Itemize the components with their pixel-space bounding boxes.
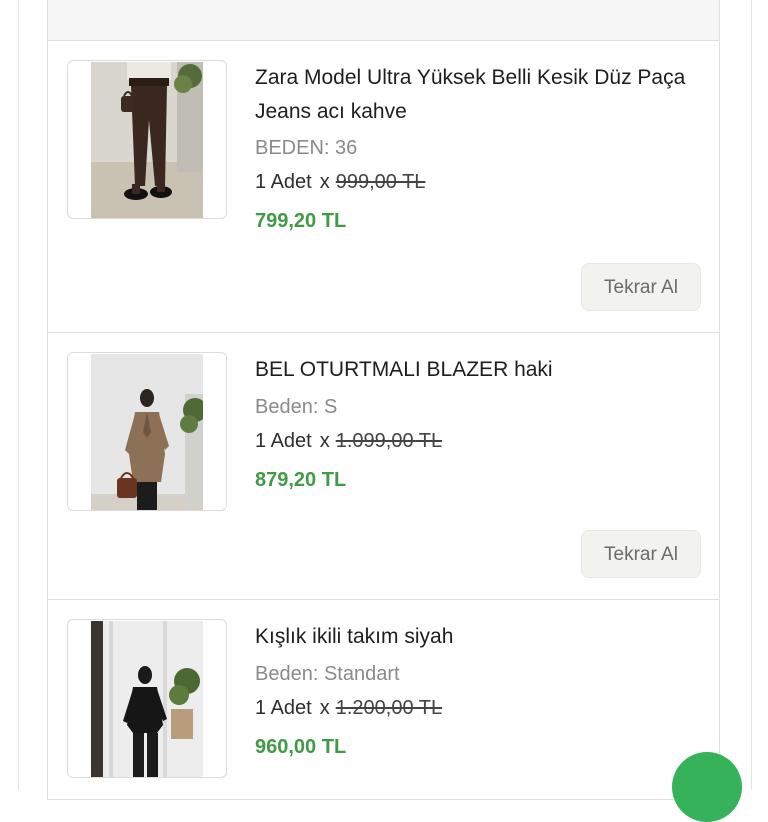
product-title[interactable]: Zara Model Ultra Yüksek Belli Kesik Düz … — [255, 61, 695, 129]
product-image[interactable] — [67, 352, 227, 511]
product-photo-jeans — [91, 62, 203, 218]
order-header: ; ) ; — [47, 0, 720, 41]
times-sign: x — [319, 697, 330, 719]
product-variant: BEDEN: 36 — [255, 137, 358, 159]
product-variant: Beden: Standart — [255, 663, 400, 685]
whatsapp-chat-icon[interactable] — [672, 752, 742, 822]
product-price: 960,00 TL — [255, 736, 347, 758]
product-photo-blazer — [91, 354, 203, 510]
product-quantity-line: 1 Adet x 1.200,00 TL — [255, 697, 442, 720]
product-photo-suit — [91, 621, 203, 777]
product-variant: Beden: S — [255, 396, 338, 418]
product-title[interactable]: BEL OTURTMALI BLAZER haki — [255, 353, 695, 387]
product-quantity-line: 1 Adet x 1.099,00 TL — [255, 430, 442, 453]
old-price: 1.099,00 TL — [335, 430, 443, 452]
times-sign: x — [319, 430, 330, 452]
order-item: BEL OTURTMALI BLAZER haki Beden: S 1 Ade… — [47, 333, 720, 600]
order-item: Zara Model Ultra Yüksek Belli Kesik Düz … — [47, 41, 720, 333]
product-quantity: 1 Adet — [255, 171, 312, 193]
product-quantity: 1 Adet — [255, 697, 312, 719]
product-image[interactable] — [67, 619, 227, 778]
order-item-list: Zara Model Ultra Yüksek Belli Kesik Düz … — [47, 41, 720, 800]
times-sign: x — [319, 171, 330, 193]
old-price: 999,00 TL — [335, 171, 426, 193]
product-quantity: 1 Adet — [255, 430, 312, 452]
rebuy-button[interactable]: Tekrar Al — [581, 530, 701, 578]
product-title[interactable]: Kışlık ikili takım siyah — [255, 620, 695, 654]
product-price: 879,20 TL — [255, 469, 347, 491]
product-price: 799,20 TL — [255, 210, 347, 232]
product-image[interactable] — [67, 60, 227, 219]
order-item: Kışlık ikili takım siyah Beden: Standart… — [47, 600, 720, 800]
rebuy-button[interactable]: Tekrar Al — [581, 263, 701, 311]
old-price: 1.200,00 TL — [335, 697, 443, 719]
product-quantity-line: 1 Adet x 999,00 TL — [255, 171, 425, 194]
